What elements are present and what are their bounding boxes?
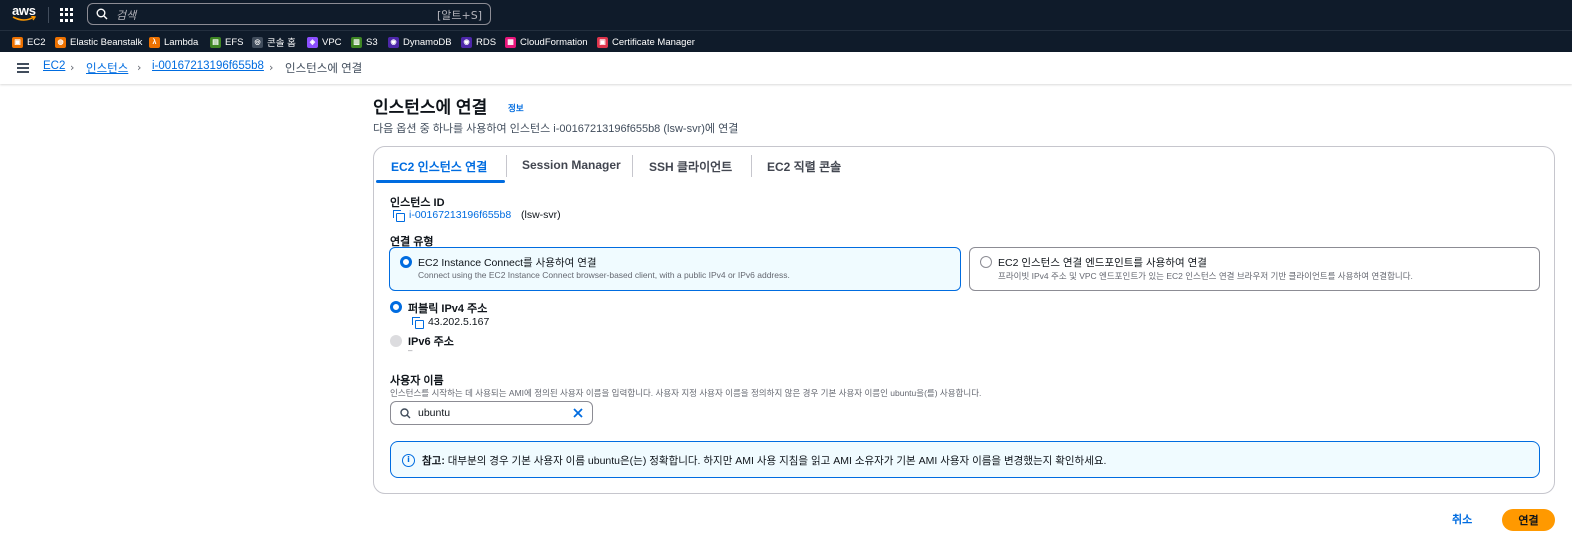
tab-list: EC2 인스턴스 연결 Session Manager SSH 클라이언트 EC… — [374, 147, 1554, 184]
breadcrumb-instances[interactable]: 인스턴스 — [86, 60, 128, 76]
console-home-icon: ◎ — [252, 36, 263, 48]
page-description: 다음 옵션 중 하나를 사용하여 인스턴스 i-00167213196f655b… — [373, 123, 739, 135]
search-placeholder: 검색 — [116, 9, 137, 22]
aws-smile-icon — [12, 16, 36, 21]
radio-instance-connect[interactable] — [400, 256, 412, 268]
copy-icon[interactable] — [393, 210, 405, 222]
favorite-rds[interactable]: ◉ RDS — [461, 35, 496, 49]
active-tab-indicator — [376, 180, 505, 183]
username-field[interactable] — [390, 401, 593, 425]
username-help: 인스턴스를 시작하는 데 사용되는 AMI에 정의된 사용자 이름을 입력합니다… — [390, 388, 982, 398]
aws-logo[interactable]: aws — [12, 4, 38, 25]
option-endpoint-connect-title: EC2 인스턴스 연결 엔드포인트를 사용하여 연결 — [998, 257, 1207, 269]
ipv4-label: 퍼블릭 IPv4 주소 — [408, 303, 488, 315]
option-instance-connect-title: EC2 Instance Connect를 사용하여 연결 — [418, 257, 597, 269]
connect-button[interactable]: 연결 — [1502, 509, 1555, 531]
username-label: 사용자 이름 — [390, 375, 444, 387]
page-title: 인스턴스에 연결 — [373, 98, 488, 117]
s3-service-icon: ▥ — [351, 36, 362, 48]
favorite-ec2[interactable]: ▣ EC2 — [12, 35, 45, 49]
tab-ec2-instance-connect[interactable]: EC2 인스턴스 연결 — [391, 158, 487, 175]
search-icon — [96, 8, 108, 20]
chevron-right-icon: › — [70, 61, 75, 74]
lambda-service-icon: λ — [149, 36, 160, 48]
chevron-right-icon: › — [137, 61, 142, 74]
services-grid-icon[interactable] — [60, 8, 74, 22]
favorite-vpc[interactable]: ◈ VPC — [307, 35, 342, 49]
nav-divider — [48, 7, 49, 23]
breadcrumb-current: 인스턴스에 연결 — [285, 63, 363, 75]
breadcrumb-bar: EC2 › 인스턴스 › i-00167213196f655b8 › 인스턴스에… — [0, 52, 1572, 84]
radio-endpoint-connect[interactable] — [980, 256, 992, 268]
cloudformation-service-icon: ▦ — [505, 36, 516, 48]
breadcrumb-ec2[interactable]: EC2 — [43, 60, 65, 72]
tab-divider — [632, 155, 633, 177]
ipv4-value: 43.202.5.167 — [428, 316, 490, 328]
tab-session-manager[interactable]: Session Manager — [522, 158, 621, 172]
search-shortcut: [알트+S] — [436, 9, 482, 22]
connect-container: EC2 인스턴스 연결 Session Manager SSH 클라이언트 EC… — [373, 146, 1555, 494]
vpc-service-icon: ◈ — [307, 36, 318, 48]
ipv6-value: – — [408, 346, 413, 355]
rds-service-icon: ◉ — [461, 36, 472, 48]
cancel-button[interactable]: 취소 — [1452, 511, 1472, 527]
favorite-efs[interactable]: ▤ EFS — [210, 35, 243, 49]
ec2-service-icon: ▣ — [12, 36, 23, 48]
certificate-manager-icon: ▣ — [597, 36, 608, 48]
tab-ec2-serial-console[interactable]: EC2 직렬 콘솔 — [767, 158, 841, 175]
favorite-certificate-manager[interactable]: ▣ Certificate Manager — [597, 35, 695, 49]
tab-divider — [506, 155, 507, 177]
instance-id-link[interactable]: i-00167213196f655b8 — [409, 209, 511, 221]
beanstalk-service-icon: ◍ — [55, 36, 66, 48]
favorite-cloudformation[interactable]: ▦ CloudFormation — [505, 35, 588, 49]
info-link[interactable]: 정보 — [508, 102, 524, 114]
instance-name: (lsw-svr) — [521, 209, 561, 221]
option-instance-connect-desc: Connect using the EC2 Instance Connect b… — [418, 270, 790, 280]
copy-icon[interactable] — [412, 317, 424, 329]
option-endpoint-connect[interactable]: EC2 인스턴스 연결 엔드포인트를 사용하여 연결 프라이빗 IPv4 주소 … — [969, 247, 1540, 291]
global-search-input[interactable]: 검색 [알트+S] — [87, 3, 491, 25]
tab-ssh-client[interactable]: SSH 클라이언트 — [649, 158, 732, 175]
favorite-elastic-beanstalk[interactable]: ◍ Elastic Beanstalk — [55, 35, 142, 49]
tab-divider — [751, 155, 752, 177]
info-alert: i 참고: 대부분의 경우 기본 사용자 이름 ubuntu은(는) 정확합니다… — [390, 441, 1540, 478]
username-input[interactable] — [418, 405, 568, 421]
dynamodb-service-icon: ◉ — [388, 36, 399, 48]
option-instance-connect[interactable]: EC2 Instance Connect를 사용하여 연결 Connect us… — [389, 247, 961, 291]
clear-icon[interactable] — [572, 407, 584, 419]
alert-body: 대부분의 경우 기본 사용자 이름 ubuntu은(는) 정확합니다. 하지만 … — [444, 455, 1107, 467]
favorite-console-home[interactable]: ◎ 콘솔 홈 — [252, 35, 296, 49]
radio-ipv4[interactable] — [390, 301, 402, 313]
search-icon — [400, 408, 411, 419]
menu-icon[interactable] — [17, 63, 29, 73]
radio-ipv6 — [390, 335, 402, 347]
alert-text: 참고: 대부분의 경우 기본 사용자 이름 ubuntu은(는) 정확합니다. … — [422, 453, 1106, 468]
efs-service-icon: ▤ — [210, 36, 221, 48]
favorites-bar: ▣ EC2 ◍ Elastic Beanstalk λ Lambda ▤ EFS ◎ 콘솔… — [0, 30, 1572, 52]
info-icon: i — [402, 454, 415, 467]
top-navigation: aws 검색 [알트+S] — [0, 0, 1572, 30]
breadcrumb-instance-id[interactable]: i-00167213196f655b8 — [152, 60, 264, 72]
favorite-dynamodb[interactable]: ◉ DynamoDB — [388, 35, 452, 49]
favorite-lambda[interactable]: λ Lambda — [149, 35, 198, 49]
alert-prefix: 참고: — [422, 455, 445, 467]
ipv6-label: IPv6 주소 — [408, 336, 454, 348]
chevron-right-icon: › — [269, 61, 274, 74]
option-endpoint-connect-desc: 프라이빗 IPv4 주소 및 VPC 엔드포인트가 있는 EC2 인스턴스 연결… — [998, 271, 1413, 281]
favorite-s3[interactable]: ▥ S3 — [351, 35, 378, 49]
instance-id-label: 인스턴스 ID — [390, 197, 445, 209]
